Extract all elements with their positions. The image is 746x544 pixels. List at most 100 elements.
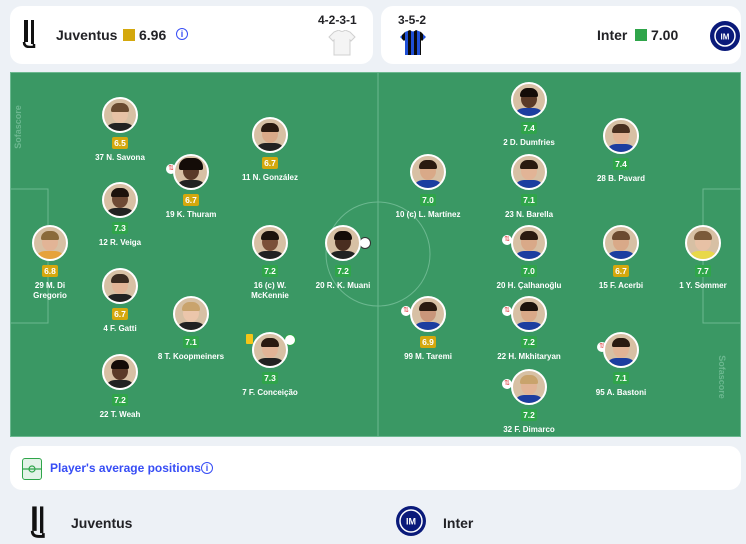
info-icon[interactable]: i	[201, 462, 213, 474]
player-name: 15 F. Acerbi	[598, 281, 644, 290]
player-rating: 7.1	[613, 372, 629, 384]
player-name: 95 A. Bastoni	[595, 388, 647, 397]
player-photo	[511, 154, 547, 190]
away-team-rating: 7.00	[635, 27, 678, 43]
player-taremi[interactable]: ⇅ 6.9 99 M. Taremi	[378, 296, 478, 362]
player-conceicao[interactable]: 7.3 7 F. Conceição	[220, 332, 320, 398]
player-photo	[511, 82, 547, 118]
player-rating: 7.2	[521, 409, 537, 421]
home-kit-icon	[328, 29, 356, 61]
svg-text:IM: IM	[406, 517, 416, 527]
pitch: Sofascore Sofascore 6.8 29 M. Di Gregori…	[10, 72, 741, 437]
player-barella[interactable]: 7.1 23 N. Barella	[479, 154, 579, 220]
player-name: 28 B. Pavard	[596, 174, 646, 183]
player-photo	[102, 354, 138, 390]
player-photo	[603, 332, 639, 368]
player-name: 12 R. Veiga	[98, 238, 142, 247]
yellow-card-icon	[246, 334, 253, 344]
player-rating: 7.2	[262, 265, 278, 277]
player-pavard[interactable]: 7.4 28 B. Pavard	[571, 118, 671, 184]
player-name: 32 F. Dimarco	[503, 425, 555, 434]
player-rating: 7.4	[521, 122, 537, 134]
player-name: 16 (c) W. McKennie	[251, 281, 289, 300]
player-name: 2 D. Dumfries	[503, 138, 555, 147]
footer-home-team-name[interactable]: Juventus	[71, 515, 132, 531]
player-acerbi[interactable]: 6.7 15 F. Acerbi	[571, 225, 671, 291]
player-rating: 7.3	[112, 222, 128, 234]
player-calhanoglu[interactable]: ⇅ 7.0 20 H. Çalhanoğlu	[479, 225, 579, 291]
player-name: 19 K. Thuram	[165, 210, 217, 219]
home-team-card: Juventus 6.96 i 4-2-3-1	[10, 6, 373, 64]
player-bastoni[interactable]: ⇅ 7.1 95 A. Bastoni	[571, 332, 671, 398]
player-rating: 7.1	[521, 194, 537, 206]
player-rating: 7.4	[613, 158, 629, 170]
player-photo	[252, 332, 288, 368]
info-icon[interactable]: i	[176, 28, 188, 40]
juventus-logo-icon	[30, 506, 50, 543]
player-kolo-muani[interactable]: 7.2 20 R. K. Muani	[293, 225, 393, 291]
home-formation: 4-2-3-1	[318, 13, 357, 27]
player-photo	[685, 225, 721, 261]
sofascore-watermark-right: Sofascore	[716, 355, 727, 399]
player-rating: 7.2	[521, 336, 537, 348]
player-photo	[511, 369, 547, 405]
player-martinez[interactable]: 7.0 10 (c) L. Martínez	[378, 154, 478, 220]
home-rating-square	[123, 29, 135, 41]
away-rating-square	[635, 29, 647, 41]
pitch-icon	[22, 458, 42, 480]
player-rating: 7.3	[262, 372, 278, 384]
inter-logo-icon: IM	[710, 21, 740, 51]
svg-text:IM: IM	[721, 33, 730, 42]
player-photo	[410, 296, 446, 332]
player-rating: 6.8	[42, 265, 58, 277]
player-rating: 6.5	[112, 137, 128, 149]
player-photo	[603, 118, 639, 154]
player-name: 29 M. Di Gregorio	[33, 281, 67, 300]
average-positions-bar[interactable]: Player's average positions i	[10, 446, 741, 490]
player-rating: 7.2	[112, 394, 128, 406]
player-rating: 7.7	[695, 265, 711, 277]
player-photo	[102, 268, 138, 304]
player-rating: 7.0	[521, 265, 537, 277]
player-photo	[102, 97, 138, 133]
player-rating: 6.7	[262, 157, 278, 169]
juventus-logo-icon	[22, 20, 40, 49]
player-rating: 6.7	[112, 308, 128, 320]
bottom-team-row: Juventus IM Inter	[0, 500, 746, 544]
away-team-name[interactable]: Inter	[597, 27, 627, 43]
player-rating: 6.7	[183, 194, 199, 206]
player-name: 22 T. Weah	[99, 410, 141, 419]
player-name: 11 N. González	[241, 173, 299, 182]
player-photo	[511, 296, 547, 332]
average-positions-link[interactable]: Player's average positions	[50, 461, 201, 475]
player-rating: 6.9	[420, 336, 436, 348]
player-dimarco[interactable]: ⇅ 7.2 32 F. Dimarco	[479, 369, 579, 435]
player-photo	[173, 296, 209, 332]
away-kit-icon	[399, 30, 427, 61]
player-name: 20 R. K. Muani	[315, 281, 371, 290]
player-weah[interactable]: 7.2 22 T. Weah	[70, 354, 170, 420]
player-photo	[173, 154, 209, 190]
player-name: 20 H. Çalhanoğlu	[496, 281, 562, 290]
player-name: 7 F. Conceição	[242, 388, 298, 397]
player-photo	[511, 225, 547, 261]
player-rating: 6.7	[613, 265, 629, 277]
player-dumfries[interactable]: 7.4 2 D. Dumfries	[479, 82, 579, 148]
player-rating: 7.0	[420, 194, 436, 206]
player-rating: 7.1	[183, 336, 199, 348]
player-photo	[32, 225, 68, 261]
away-team-card: 3-5-2 Inter 7.00 IM	[381, 6, 741, 64]
player-photo	[603, 225, 639, 261]
home-team-rating: 6.96	[123, 27, 166, 43]
player-gonzalez[interactable]: 6.7 11 N. González	[220, 117, 320, 183]
player-photo	[252, 117, 288, 153]
inter-logo-icon: IM	[396, 506, 426, 536]
sofascore-watermark-left: Sofascore	[12, 105, 23, 149]
home-rating-value: 6.96	[139, 27, 167, 43]
player-photo	[102, 182, 138, 218]
player-photo	[325, 225, 361, 261]
player-mkhitaryan[interactable]: ⇅ 7.2 22 H. Mkhitaryan	[479, 296, 579, 362]
footer-away-team-name[interactable]: Inter	[443, 515, 473, 531]
player-name: 22 H. Mkhitaryan	[497, 352, 561, 361]
home-team-name[interactable]: Juventus	[56, 27, 117, 43]
